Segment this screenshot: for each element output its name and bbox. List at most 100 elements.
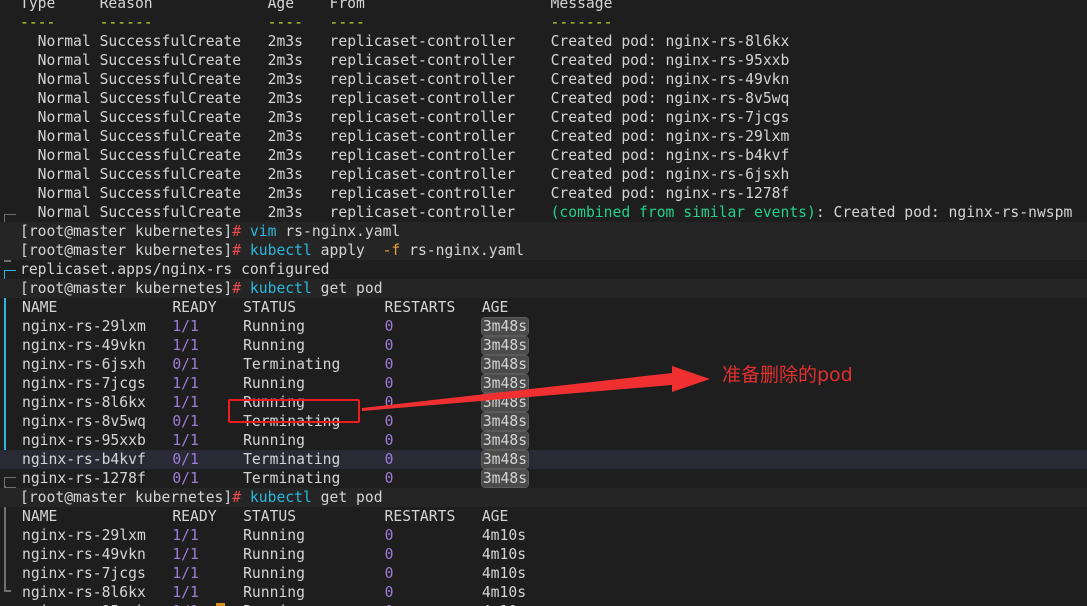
pod-status: Terminating [243,356,385,373]
pod-age: 3m48s [481,470,529,487]
event-age: 2m3s [267,185,330,202]
command-args: get pod [311,489,383,506]
event-message: Created pod: nginx-rs-8v5wq [550,90,790,107]
pod-ready: 1/1 [172,565,244,582]
event-reason: SuccessfulCreate [99,90,268,107]
event-type: Normal [20,109,100,126]
event-reason: SuccessfulCreate [99,147,268,164]
pod-ready: 0/1 [172,451,244,468]
pod-age: 3m48s [481,337,529,354]
terminal-window[interactable]: Type Reason Age From Message ---- ------ … [0,0,1087,606]
pod-age: 4m10s [481,565,527,582]
pod-table-2-row: nginx-rs-29lxm 1/1 Running 0 4m10s [0,526,1087,545]
pod-name: nginx-rs-8l6kx [22,584,173,601]
command-line-get-pod-2[interactable]: [root@master kubernetes]# kubectl get po… [0,488,1087,507]
pod-name: nginx-rs-8v5wq [22,413,173,430]
command-flag: -f [382,242,401,259]
event-type: Normal [20,71,100,88]
command-name: kubectl [241,280,312,297]
pod-ready: 1/1 [172,394,244,411]
pod-ready: 0/1 [172,413,244,430]
pod-restarts: 0 [384,394,482,411]
shell-prompt: [root@master kubernetes] [20,223,233,240]
events-dashes: ---- ------ ---- ---- ------- [20,14,613,31]
pod-ready: 1/1 [172,318,244,335]
pod-table-1-row: nginx-rs-95xxb 1/1 Running 0 3m48s [0,431,1087,450]
pod-status: Running [243,432,385,449]
event-reason: SuccessfulCreate [99,52,268,69]
event-reason: SuccessfulCreate [99,71,268,88]
pod-table-1-row: nginx-rs-49vkn 1/1 Running 0 3m48s [0,336,1087,355]
events-header-text: Type Reason Age From Message [20,0,613,12]
pod-status: Running [243,527,385,544]
pod-table-1-row: nginx-rs-1278f 0/1 Terminating 0 3m48s [0,469,1087,488]
pod-ready: 1/1 [172,337,244,354]
pod-table-header-text: NAME READY STATUS RESTARTS AGE [22,508,509,525]
event-reason: SuccessfulCreate [99,128,268,145]
event-from: replicaset-controller [329,128,551,145]
pod-age: 4m10s [481,584,527,601]
pod-table-1-row: nginx-rs-8l6kx 1/1 Running 0 3m48s [0,393,1087,412]
event-reason: SuccessfulCreate [99,109,268,126]
pod-restarts: 0 [384,413,482,430]
pod-age: 3m48s [481,413,529,430]
events-row: Normal SuccessfulCreate 2m3s replicaset-… [0,127,1087,146]
event-message: Created pod: nginx-rs-29lxm [550,128,790,145]
command-name: vim [241,223,277,240]
event-from: replicaset-controller [329,71,551,88]
command-args: get pod [311,280,383,297]
pod-table-2-row: nginx-rs-95xxb 1/1 Running 0 4m10s [0,602,1087,606]
event-type: Normal [20,52,100,69]
pod-restarts: 0 [384,432,482,449]
event-message: Created pod: nginx-rs-49vkn [550,71,790,88]
pod-table-1-header: NAME READY STATUS RESTARTS AGE [0,298,1087,317]
event-message: Created pod: nginx-rs-8l6kx [550,33,790,50]
event-reason: SuccessfulCreate [99,33,268,50]
pod-name: nginx-rs-7jcgs [22,565,173,582]
pod-age: 3m48s [481,432,529,449]
command-line-apply[interactable]: [root@master kubernetes]# kubectl apply … [0,241,1087,260]
shell-prompt: [root@master kubernetes] [20,242,233,259]
event-from: replicaset-controller [329,33,551,50]
command-name: kubectl [241,242,312,259]
event-from: replicaset-controller [329,52,551,69]
event-from: replicaset-controller [329,185,551,202]
prompt-hash-icon: # [232,280,242,297]
event-age: 2m3s [267,33,330,50]
event-from: replicaset-controller [329,166,551,183]
pod-ready: 1/1 [172,584,244,601]
pod-table-2-header: NAME READY STATUS RESTARTS AGE [0,507,1087,526]
prompt-hash-icon: # [232,242,242,259]
event-message: Created pod: nginx-rs-6jsxh [550,166,790,183]
pod-name: nginx-rs-6jsxh [22,356,173,373]
event-type: Normal [20,166,100,183]
pod-status: Terminating [243,413,385,430]
pod-status: Running [243,337,385,354]
event-from: replicaset-controller [329,147,551,164]
event-message-combined: (combined from similar events) [550,204,816,221]
events-header-row: Type Reason Age From Message [0,0,1087,13]
event-reason: SuccessfulCreate [99,166,268,183]
events-dashes-row: ---- ------ ---- ---- ------- [0,13,1087,32]
pod-age: 3m48s [481,451,529,468]
apply-output-text: replicaset.apps/nginx-rs configured [20,261,330,278]
event-age: 2m3s [267,166,330,183]
pod-status: Running [243,546,385,563]
command-line-vim[interactable]: [root@master kubernetes]# vim rs-nginx.y… [0,222,1087,241]
event-type: Normal [20,185,100,202]
pod-status: Running [243,565,385,582]
event-reason: SuccessfulCreate [99,185,268,202]
pod-restarts: 0 [384,337,482,354]
pod-table-1-row: nginx-rs-b4kvf 0/1 Terminating 0 3m48s [0,450,1087,469]
shell-prompt: [root@master kubernetes] [20,489,233,506]
command-args: rs-nginx.yaml [400,242,525,259]
pod-restarts: 0 [384,375,482,392]
event-age: 2m3s [267,52,330,69]
pod-ready: 0/1 [172,356,244,373]
event-type: Normal [20,33,100,50]
event-from: replicaset-controller [329,204,551,221]
events-row: Normal SuccessfulCreate 2m3s replicaset-… [0,146,1087,165]
command-line-get-pod-1[interactable]: [root@master kubernetes]# kubectl get po… [0,279,1087,298]
pod-age: 4m10s [481,546,527,563]
apply-output-line: replicaset.apps/nginx-rs configured [0,260,1087,279]
